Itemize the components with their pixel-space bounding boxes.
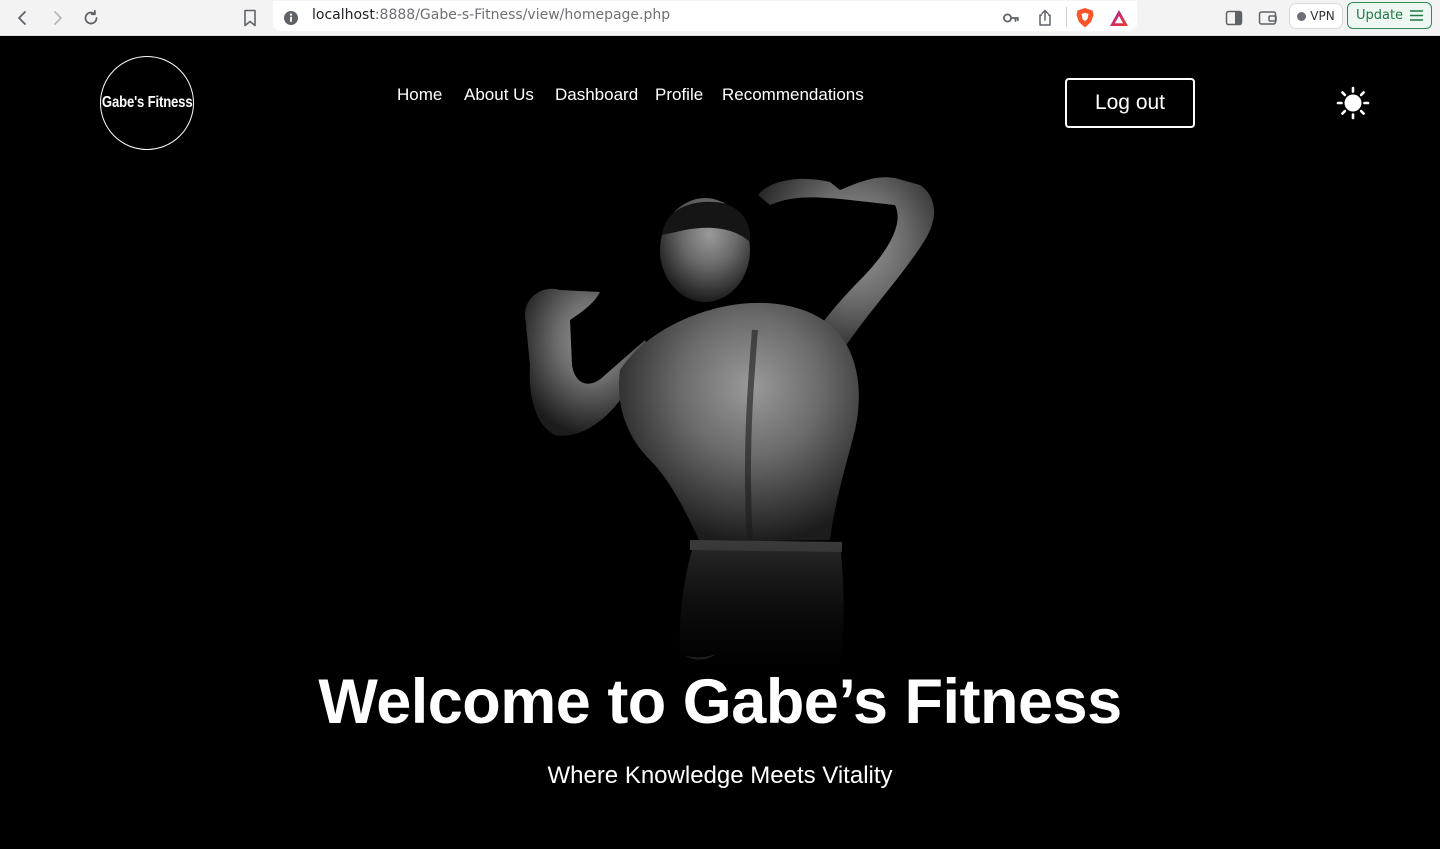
nav-about-us[interactable]: About Us — [464, 85, 534, 105]
hero-title: Welcome to Gabe’s Fitness — [318, 667, 1122, 737]
update-button[interactable]: Update — [1347, 2, 1432, 29]
site-info-icon[interactable] — [279, 6, 303, 30]
vpn-button[interactable]: VPN — [1289, 3, 1343, 29]
forward-icon[interactable] — [45, 6, 69, 30]
site-logo[interactable]: Gabe's Fitness — [100, 56, 194, 150]
brave-rewards-icon[interactable] — [1107, 6, 1131, 30]
toolbar-divider — [1066, 7, 1067, 27]
update-label: Update — [1355, 8, 1404, 23]
vpn-status-icon — [1297, 11, 1307, 21]
sun-icon[interactable] — [1336, 86, 1370, 120]
browser-toolbar: localhost:8888/Gabe-s-Fitness/view/homep… — [0, 0, 1440, 36]
key-icon[interactable] — [999, 6, 1023, 30]
reload-icon[interactable] — [79, 6, 103, 30]
nav-home[interactable]: Home — [397, 85, 442, 105]
brave-shields-icon[interactable] — [1073, 6, 1097, 30]
share-icon[interactable] — [1033, 6, 1057, 30]
nav-profile[interactable]: Profile — [655, 85, 703, 105]
bookmark-icon[interactable] — [238, 6, 262, 30]
logout-button[interactable]: Log out — [1065, 78, 1195, 128]
back-icon[interactable] — [11, 6, 35, 30]
url-host: localhost — [312, 7, 375, 23]
nav-dashboard[interactable]: Dashboard — [555, 85, 638, 105]
sidebar-icon[interactable] — [1222, 6, 1246, 30]
hero-bodybuilder-image — [500, 170, 960, 666]
menu-icon — [1410, 10, 1424, 21]
vpn-label: VPN — [1310, 9, 1335, 23]
hero-subtitle: Where Knowledge Meets Vitality — [547, 762, 893, 789]
url-text[interactable]: localhost:8888/Gabe-s-Fitness/view/homep… — [312, 7, 670, 23]
logo-text: Gabe's Fitness — [101, 94, 193, 111]
nav-recommendations[interactable]: Recommendations — [722, 85, 864, 105]
wallet-icon[interactable] — [1256, 6, 1280, 30]
url-path: :8888/Gabe-s-Fitness/view/homepage.php — [374, 7, 671, 23]
